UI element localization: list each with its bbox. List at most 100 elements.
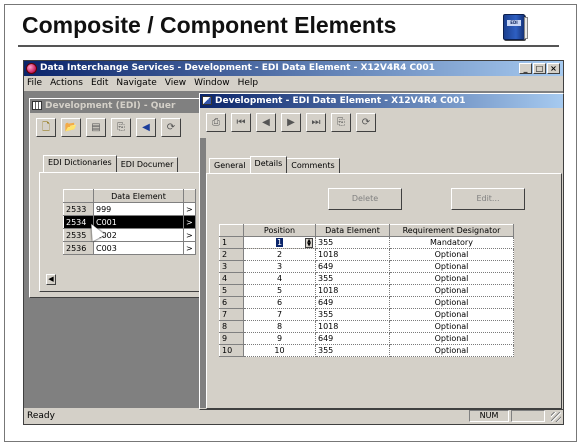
position-cell[interactable]: 1 ▲ ▼	[243, 236, 316, 249]
menu-view[interactable]: View	[165, 76, 186, 90]
position-cell[interactable]: 10	[243, 344, 316, 357]
menu-help[interactable]: Help	[238, 76, 259, 90]
data-element-cell[interactable]: 999	[93, 202, 184, 216]
menu-file[interactable]: File	[27, 76, 42, 90]
menu-actions[interactable]: Actions	[50, 76, 83, 90]
data-element-cell[interactable]: C003	[93, 241, 184, 255]
col-requirement-designator[interactable]: Requirement Designator	[389, 224, 514, 237]
copy-icon[interactable]: ⎘	[111, 118, 131, 137]
table-row[interactable]: 7 7 355 Optional	[219, 308, 514, 321]
app-titlebar[interactable]: Data Interchange Services - Development …	[24, 61, 563, 76]
col-data-element[interactable]: Data Element	[315, 224, 390, 237]
next-record-icon[interactable]: ▶	[281, 113, 301, 132]
num-lock-indicator: NUM	[469, 410, 509, 422]
table-row[interactable]: 4 4 355 Optional	[219, 272, 514, 285]
data-element-cell[interactable]: 355	[315, 308, 390, 321]
table-row[interactable]: 5 5 1018 Optional	[219, 284, 514, 297]
app-title: Data Interchange Services - Development …	[40, 63, 435, 73]
table-row-selected[interactable]: 2534 C001 >	[63, 215, 196, 229]
element-tabs: General Details Comments	[209, 156, 340, 173]
data-element-cell[interactable]: 649	[315, 332, 390, 345]
edit-button[interactable]: Edit...	[451, 188, 525, 210]
last-record-icon[interactable]: ⏭	[306, 113, 326, 132]
tab-details[interactable]: Details	[249, 156, 288, 173]
menu-edit[interactable]: Edit	[91, 76, 108, 90]
position-cell[interactable]: 6	[243, 296, 316, 309]
position-cell[interactable]: 9	[243, 332, 316, 345]
app-logo-icon	[26, 63, 37, 74]
details-panel: Delete Edit... Position Data Element Req…	[206, 173, 562, 409]
data-element-cell[interactable]: 355	[315, 236, 390, 249]
position-cell[interactable]: 2	[243, 248, 316, 261]
row-number: 6	[219, 296, 244, 309]
data-element-cell[interactable]: 1018	[315, 248, 390, 261]
maximize-button[interactable]: □	[533, 63, 546, 74]
grid-header-data-element[interactable]: Data Element	[93, 189, 184, 203]
mdi-workspace: Development (EDI) - Quer 🗋 📂 ▤ ⎘ ◀ ⟳ EDI…	[24, 91, 564, 410]
previous-record-icon[interactable]: ◀	[256, 113, 276, 132]
tab-edi-documents[interactable]: EDI Documer	[115, 157, 179, 172]
element-window-titlebar[interactable]: Development - EDI Data Element - X12V4R4…	[200, 94, 563, 108]
designator-cell[interactable]: Optional	[389, 308, 514, 321]
close-button[interactable]: ×	[547, 63, 560, 74]
data-element-cell[interactable]: C002	[93, 228, 184, 242]
designator-cell[interactable]: Mandatory	[389, 236, 514, 249]
new-icon[interactable]: 🗋	[36, 118, 56, 137]
table-row[interactable]: 3 3 649 Optional	[219, 260, 514, 273]
position-cell[interactable]: 8	[243, 320, 316, 333]
data-element-cell[interactable]: 1018	[315, 320, 390, 333]
table-row[interactable]: 2 2 1018 Optional	[219, 248, 514, 261]
table-row[interactable]: 2535 C002 >	[63, 228, 196, 242]
refresh-icon[interactable]: ⟳	[356, 113, 376, 132]
row-number: 9	[219, 332, 244, 345]
book-icon: EDI	[503, 14, 528, 40]
minimize-button[interactable]: _	[519, 63, 532, 74]
designator-cell[interactable]: Optional	[389, 272, 514, 285]
menu-navigate[interactable]: Navigate	[116, 76, 156, 90]
resize-grip-icon[interactable]	[551, 412, 561, 422]
data-element-cell[interactable]: 1018	[315, 284, 390, 297]
data-element-cell[interactable]: 649	[315, 296, 390, 309]
tab-comments[interactable]: Comments	[286, 158, 340, 173]
row-number: 7	[219, 308, 244, 321]
tab-general[interactable]: General	[209, 158, 251, 173]
position-cell[interactable]: 3	[243, 260, 316, 273]
table-row[interactable]: 1 1 ▲ ▼ 355 Mandatory	[219, 236, 514, 249]
designator-cell[interactable]: Optional	[389, 284, 514, 297]
delete-button[interactable]: Delete	[328, 188, 402, 210]
designator-cell[interactable]: Optional	[389, 344, 514, 357]
table-row[interactable]: 2533 999 >	[63, 202, 196, 216]
tab-edi-dictionaries[interactable]: EDI Dictionaries	[43, 155, 117, 172]
data-element-cell[interactable]: 355	[315, 344, 390, 357]
print-icon[interactable]: ⎙	[206, 113, 226, 132]
position-cell[interactable]: 4	[243, 272, 316, 285]
table-row[interactable]: 2536 C003 >	[63, 241, 196, 255]
properties-icon[interactable]: ▤	[86, 118, 106, 137]
menu-window[interactable]: Window	[194, 76, 230, 90]
table-row[interactable]: 10 10 355 Optional	[219, 344, 514, 357]
designator-cell[interactable]: Optional	[389, 248, 514, 261]
table-row[interactable]: 8 8 1018 Optional	[219, 320, 514, 333]
scroll-left-button[interactable]: ◀	[46, 274, 56, 285]
position-cell[interactable]: 7	[243, 308, 316, 321]
first-record-icon[interactable]: ⏮	[231, 113, 251, 132]
refresh-icon[interactable]: ⟳	[161, 118, 181, 137]
designator-cell[interactable]: Optional	[389, 332, 514, 345]
row-number: 5	[219, 284, 244, 297]
copy-icon[interactable]: ⎘	[331, 113, 351, 132]
designator-cell[interactable]: Optional	[389, 260, 514, 273]
designator-cell[interactable]: Optional	[389, 320, 514, 333]
designator-cell[interactable]: Optional	[389, 296, 514, 309]
status-bar: Ready NUM	[24, 408, 563, 424]
col-position[interactable]: Position	[243, 224, 316, 237]
data-element-cell[interactable]: 649	[315, 260, 390, 273]
spinner-icon[interactable]: ▲ ▼	[305, 238, 313, 248]
back-icon[interactable]: ◀	[136, 118, 156, 137]
position-cell[interactable]: 5	[243, 284, 316, 297]
row-number: 2533	[63, 202, 94, 216]
data-element-cell[interactable]: 355	[315, 272, 390, 285]
table-row[interactable]: 9 9 649 Optional	[219, 332, 514, 345]
open-folder-icon[interactable]: 📂	[61, 118, 81, 137]
table-row[interactable]: 6 6 649 Optional	[219, 296, 514, 309]
data-element-cell[interactable]: C001	[93, 215, 184, 229]
